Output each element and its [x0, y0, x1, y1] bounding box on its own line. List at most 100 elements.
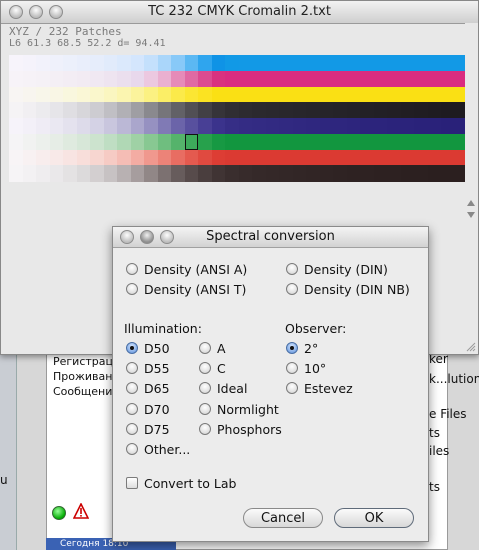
color-patch[interactable]	[279, 86, 294, 103]
color-patch[interactable]	[319, 118, 334, 135]
color-patch[interactable]	[144, 118, 159, 135]
color-patch[interactable]	[9, 118, 24, 135]
color-patch[interactable]	[22, 149, 37, 166]
color-patch[interactable]	[76, 149, 91, 166]
color-patch[interactable]	[373, 55, 388, 72]
color-patch[interactable]	[373, 149, 388, 166]
color-patch[interactable]	[387, 55, 402, 72]
color-patch[interactable]	[387, 86, 402, 103]
color-patch[interactable]	[225, 165, 240, 182]
color-patch[interactable]	[238, 165, 253, 182]
color-patch[interactable]	[130, 149, 145, 166]
color-patch[interactable]	[171, 118, 186, 135]
color-patch[interactable]	[9, 133, 24, 151]
color-patch[interactable]	[130, 70, 145, 88]
color-patch[interactable]	[346, 118, 361, 135]
color-patch[interactable]	[49, 133, 64, 151]
color-patch[interactable]	[225, 55, 240, 72]
color-patch[interactable]	[144, 86, 159, 103]
color-patch[interactable]	[184, 55, 199, 72]
color-patch[interactable]	[319, 102, 334, 119]
color-patch[interactable]	[333, 165, 348, 182]
color-patch[interactable]	[306, 149, 321, 166]
color-patch[interactable]	[36, 118, 51, 135]
color-patch[interactable]	[103, 133, 118, 151]
color-patch[interactable]	[306, 133, 321, 151]
color-patch[interactable]	[144, 102, 159, 119]
color-patch[interactable]	[427, 86, 442, 103]
color-patch[interactable]	[157, 149, 172, 166]
color-patch[interactable]	[238, 118, 253, 135]
color-patch[interactable]	[184, 118, 199, 135]
color-patch[interactable]	[360, 86, 375, 103]
color-patch[interactable]	[373, 102, 388, 119]
color-patch[interactable]	[36, 102, 51, 119]
color-patch[interactable]	[225, 118, 240, 135]
color-patch[interactable]	[225, 133, 240, 151]
ok-button[interactable]: OK	[334, 508, 414, 528]
radio-button[interactable]	[126, 263, 138, 275]
color-patch[interactable]	[198, 55, 213, 72]
color-patch[interactable]	[373, 86, 388, 103]
color-patch[interactable]	[90, 70, 105, 88]
radio-button[interactable]	[126, 342, 138, 354]
color-patch[interactable]	[373, 118, 388, 135]
color-patch[interactable]	[387, 102, 402, 119]
color-patch[interactable]	[373, 133, 388, 151]
color-patch[interactable]	[441, 118, 456, 135]
color-patch[interactable]	[144, 55, 159, 72]
color-patch[interactable]	[265, 118, 280, 135]
color-patch[interactable]	[63, 133, 78, 151]
radio-button[interactable]	[199, 362, 211, 374]
color-patch[interactable]	[279, 55, 294, 72]
color-patch[interactable]	[333, 102, 348, 119]
cancel-button[interactable]: Cancel	[243, 508, 323, 528]
color-patch[interactable]	[9, 149, 24, 166]
color-patch[interactable]	[130, 133, 145, 151]
color-patch[interactable]	[414, 165, 429, 182]
color-patch[interactable]	[49, 70, 64, 88]
color-patch[interactable]	[117, 55, 132, 72]
color-patch[interactable]	[22, 133, 37, 151]
color-patch[interactable]	[117, 133, 132, 151]
color-patch[interactable]	[360, 70, 375, 88]
color-patch[interactable]	[117, 165, 132, 182]
color-patch[interactable]	[198, 133, 213, 151]
color-patch[interactable]	[279, 133, 294, 151]
color-patch[interactable]	[346, 149, 361, 166]
color-patch[interactable]	[144, 70, 159, 88]
color-patch[interactable]	[157, 165, 172, 182]
color-patch[interactable]	[184, 165, 199, 182]
color-patch[interactable]	[90, 118, 105, 135]
color-patch[interactable]	[90, 102, 105, 119]
resize-grip-icon[interactable]	[464, 340, 476, 352]
color-patch[interactable]	[306, 165, 321, 182]
color-patch[interactable]	[76, 86, 91, 103]
radio-button[interactable]	[286, 342, 298, 354]
radio-button[interactable]	[286, 263, 298, 275]
color-patch[interactable]	[103, 70, 118, 88]
color-patch[interactable]	[184, 70, 199, 88]
color-patch[interactable]	[184, 86, 199, 103]
color-patch[interactable]	[414, 102, 429, 119]
radio-button[interactable]	[126, 382, 138, 394]
scroll-up-arrow-icon[interactable]	[467, 200, 475, 206]
color-patch[interactable]	[279, 70, 294, 88]
color-patch[interactable]	[373, 70, 388, 88]
color-patch[interactable]	[211, 102, 226, 119]
color-patch[interactable]	[103, 165, 118, 182]
color-patch[interactable]	[360, 149, 375, 166]
color-patch[interactable]	[360, 102, 375, 119]
color-patch[interactable]	[292, 102, 307, 119]
color-patch[interactable]	[319, 55, 334, 72]
color-patch[interactable]	[414, 86, 429, 103]
color-patch[interactable]	[171, 70, 186, 88]
color-patch[interactable]	[333, 70, 348, 88]
color-patch[interactable]	[265, 165, 280, 182]
color-patch[interactable]	[157, 102, 172, 119]
color-patch[interactable]	[441, 70, 456, 88]
color-patch[interactable]	[414, 70, 429, 88]
color-patch[interactable]	[292, 133, 307, 151]
color-patch[interactable]	[387, 70, 402, 88]
color-patch[interactable]	[306, 118, 321, 135]
